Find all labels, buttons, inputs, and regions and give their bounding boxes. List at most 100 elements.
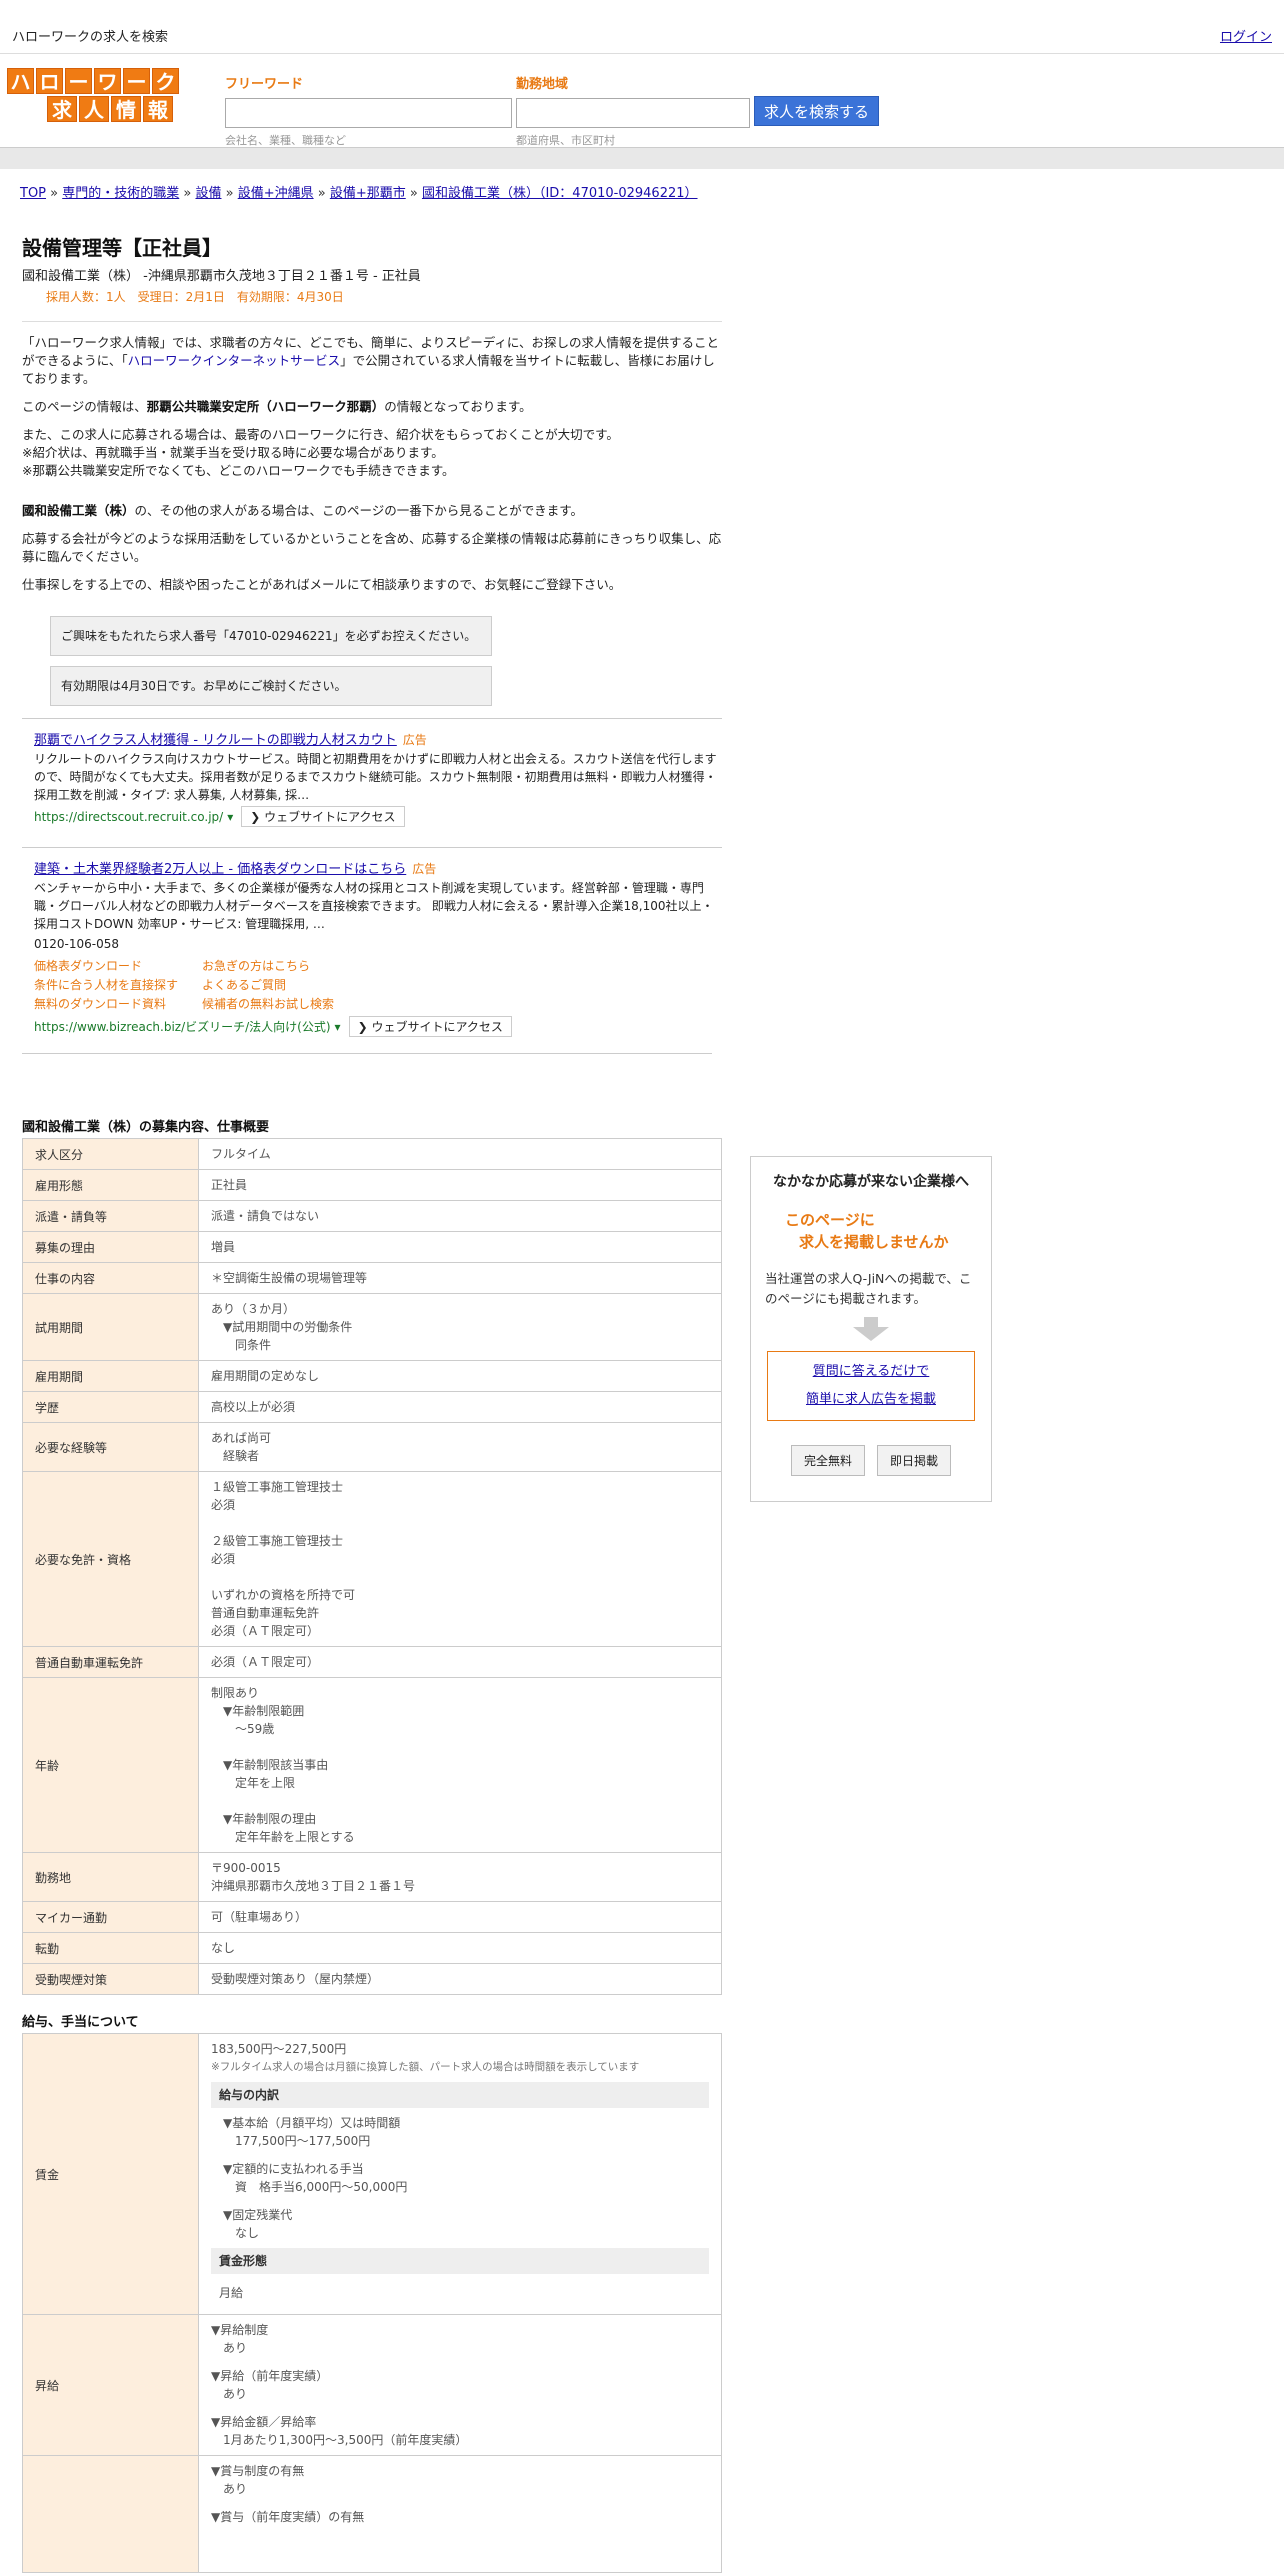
- search-button[interactable]: 求人を検索する: [754, 96, 879, 126]
- logo-character: ー: [65, 68, 92, 94]
- sitelink[interactable]: 条件に合う人材を直接探す: [34, 976, 202, 995]
- row-key: 学歴: [22, 1391, 199, 1423]
- breadcrumb-occupation[interactable]: 設備: [195, 186, 221, 201]
- job-title: 設備管理等【正社員】: [22, 236, 222, 260]
- value-line: 普通自動車運転免許: [211, 1606, 320, 1620]
- logo-character: 報: [143, 96, 173, 122]
- breadcrumb-category[interactable]: 専門的・技術的職業: [62, 186, 179, 201]
- advertise-sidebar: なかなか応募が来ない企業様へ このページに 求人を掲載しませんか 当社運営の求人Q…: [750, 1156, 992, 1502]
- same-day-button[interactable]: 即日掲載: [877, 1445, 952, 1476]
- salary-table: 賃金 183,500円〜227,500円 ※フルタイム求人の場合は月額に換算した…: [22, 2033, 722, 2573]
- row-value: ＊空調衛生設備の現場管理等: [198, 1262, 722, 1294]
- freeword-hint: 会社名、業種、職種など: [225, 134, 346, 147]
- freeword-label: フリーワード: [225, 77, 304, 92]
- row-value: 雇用期間の定めなし: [198, 1360, 722, 1392]
- free-button[interactable]: 完全無料: [790, 1445, 865, 1476]
- breakdown-item: ▼基本給（月額平均）又は時間額: [223, 2116, 401, 2130]
- breadcrumb-top[interactable]: TOP: [20, 186, 46, 201]
- row-value: あり（３か月） ▼試用期間中の労働条件 同条件: [198, 1293, 722, 1361]
- row-key: [22, 2455, 199, 2573]
- value-line: 沖縄県那覇市久茂地３丁目２１番１号: [211, 1879, 416, 1893]
- value-line: 制限あり: [211, 1686, 260, 1700]
- breadcrumb-city[interactable]: 設備+那覇市: [330, 186, 406, 201]
- table-row: 受動喫煙対策 受動喫煙対策あり（屋内禁煙）: [22, 1963, 722, 1995]
- sidebar-link-box: 質問に答えるだけで 簡単に求人広告を掲載: [767, 1351, 975, 1421]
- value-line: 必須（ＡＴ限定可）: [211, 1655, 320, 1669]
- row-key: 雇用形態: [22, 1169, 199, 1201]
- value-line: あれば尚可: [211, 1431, 272, 1445]
- dropdown-icon[interactable]: ▾: [335, 1020, 341, 1034]
- row-value: 183,500円〜227,500円 ※フルタイム求人の場合は月額に換算した額、パ…: [198, 2033, 722, 2315]
- visit-site-button[interactable]: ❯ ウェブサイトにアクセス: [241, 806, 405, 827]
- company-line: 國和設備工業（株） -沖縄県那覇市久茂地３丁目２１番１号 - 正社員: [22, 269, 421, 284]
- sidebar-link-post[interactable]: 簡単に求人広告を掲載: [806, 1392, 936, 1407]
- row-value: 受動喫煙対策あり（屋内禁煙）: [198, 1963, 722, 1995]
- job-meta: 採用人数：1人 受理日：2月1日 有効期限：4月30日: [46, 290, 344, 304]
- row-value: 正社員: [198, 1169, 722, 1201]
- ad-description: リクルートのハイクラス向けスカウトサービス。時間と初期費用をかけずに即戦力人材と…: [34, 752, 717, 802]
- row-key: 必要な免許・資格: [22, 1471, 199, 1647]
- hellowork-logo[interactable]: ハローワーク 求人情報: [6, 67, 180, 123]
- value-line: 経験者: [223, 1449, 260, 1463]
- hellowork-internet-link[interactable]: ハローワークインターネットサービス: [128, 353, 341, 368]
- row-value: なし: [198, 1932, 722, 1964]
- area-label: 勤務地域: [516, 77, 569, 92]
- ad-url[interactable]: https://www.bizreach.biz/ビズリーチ/法人向け(公式): [34, 1018, 331, 1035]
- sitelink[interactable]: 価格表ダウンロード: [34, 957, 202, 976]
- ad-title-link[interactable]: 建築・土木業界経験者2万人以上 - 価格表ダウンロードはこちら: [34, 862, 406, 877]
- breakdown-title: 給与の内訳: [211, 2082, 709, 2108]
- row-key: 昇給: [22, 2314, 199, 2456]
- sitelink[interactable]: よくあるご質問: [202, 976, 362, 995]
- row-key: 試用期間: [22, 1293, 199, 1361]
- ad-url[interactable]: https://directscout.recruit.co.jp/: [34, 810, 223, 824]
- consult-paragraph: 仕事探しをする上での、相談や困ったことがあればメールにて相談承りますので、お気軽…: [22, 577, 622, 592]
- value-line: 高校以上が必須: [211, 1400, 296, 1414]
- freeword-input[interactable]: [225, 98, 512, 128]
- table-row: マイカー通勤 可（駐車場あり）: [22, 1901, 722, 1933]
- row-value: ▼昇給制度 あり ▼昇給（前年度実績） あり ▼昇給金額／昇給率 1月あたり1,…: [198, 2314, 722, 2456]
- source-paragraph: このページの情報は、那覇公共職業安定所（ハローワーク那覇）の情報となっております…: [22, 399, 532, 414]
- value-line: フルタイム: [211, 1147, 271, 1161]
- header: ハローワーク 求人情報 フリーワード 会社名、業種、職種など 勤務地域 都道府県…: [0, 55, 1284, 147]
- row-value: 派遣・請負ではない: [198, 1200, 722, 1232]
- table-row: 仕事の内容 ＊空調衛生設備の現場管理等: [22, 1262, 722, 1294]
- ad-phone[interactable]: 0120-106-058: [34, 935, 722, 953]
- row-key: 仕事の内容: [22, 1262, 199, 1294]
- breakdown-item: ▼固定残業代: [223, 2208, 293, 2222]
- area-input[interactable]: [516, 98, 750, 128]
- ad-tag: 広告: [402, 733, 427, 747]
- visit-site-button[interactable]: ❯ ウェブサイトにアクセス: [348, 1016, 512, 1037]
- recruit-section-title: 國和設備工業（株）の募集内容、仕事概要: [22, 1120, 270, 1135]
- table-row: 勤務地 〒900-0015 沖縄県那覇市久茂地３丁目２１番１号: [22, 1852, 722, 1902]
- ad-sitelinks: 価格表ダウンロード お急ぎの方はこちら 条件に合う人材を直接探す よくあるご質問…: [34, 957, 722, 1014]
- sitelink[interactable]: お急ぎの方はこちら: [202, 957, 362, 976]
- breadcrumb-prefecture[interactable]: 設備+沖縄県: [238, 186, 314, 201]
- ad-title-link[interactable]: 那覇でハイクラス人材獲得 - リクルートの即戦力人材スカウト: [34, 733, 397, 748]
- bonus-item: ▼賞与制度の有無: [211, 2464, 305, 2478]
- sitelink[interactable]: 候補者の無料お試し検索: [202, 995, 362, 1014]
- arrow-down-icon: [853, 1327, 889, 1341]
- value-line: 正社員: [211, 1178, 248, 1192]
- table-row: 昇給 ▼昇給制度 あり ▼昇給（前年度実績） あり ▼昇給金額／昇給率 1月あた…: [22, 2314, 722, 2456]
- logo-character: 求: [47, 96, 77, 122]
- value-line: 必須（ＡＴ限定可）: [211, 1624, 320, 1638]
- login-link[interactable]: ログイン: [1220, 26, 1272, 45]
- dropdown-icon[interactable]: ▾: [227, 810, 233, 824]
- row-key: 普通自動車運転免許: [22, 1646, 199, 1678]
- breadcrumb-company[interactable]: 國和設備工業（株）（ID：47010-02946221）: [422, 186, 698, 201]
- row-key: 転勤: [22, 1932, 199, 1964]
- wage-range: 183,500円〜227,500円: [211, 2042, 347, 2056]
- value-line: ▼年齢制限の理由: [223, 1812, 317, 1826]
- sitelink[interactable]: 無料のダウンロード資料: [34, 995, 202, 1014]
- ad-block: 那覇でハイクラス人材獲得 - リクルートの即戦力人材スカウト 広告 リクルートのハ…: [22, 718, 722, 835]
- logo-character: ク: [152, 68, 179, 94]
- raise-value: 1月あたり1,300円〜3,500円（前年度実績）: [223, 2433, 468, 2447]
- divider: [22, 321, 722, 322]
- value-line: なし: [211, 1941, 236, 1955]
- sidebar-link-answer[interactable]: 質問に答えるだけで: [813, 1364, 930, 1379]
- site-title: ハローワークの求人を検索: [12, 30, 169, 45]
- row-value: 可（駐車場あり）: [198, 1901, 722, 1933]
- arrow-down-icon: [864, 1317, 878, 1327]
- logo-character: ー: [123, 68, 150, 94]
- main-content: 設備管理等【正社員】 國和設備工業（株） -沖縄県那覇市久茂地３丁目２１番１号 …: [22, 232, 722, 2573]
